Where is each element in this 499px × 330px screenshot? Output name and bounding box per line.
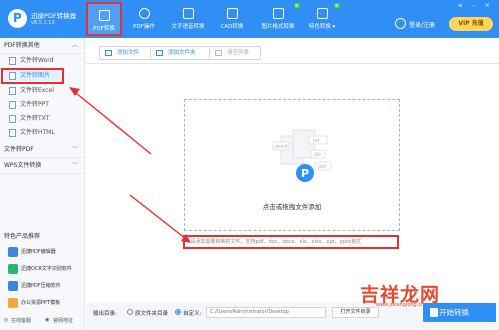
app-name: 迅捷PDF转换器	[31, 12, 77, 20]
app-version: v8.5.1.13	[31, 20, 55, 26]
add-folder-button[interactable]: 添加文件夹	[150, 46, 210, 60]
user-icon[interactable]	[395, 18, 406, 29]
special-ocr[interactable]: 迅捷OCR文字识别软件	[8, 264, 78, 274]
chevron-down-icon: ﹀	[71, 146, 78, 153]
file-icon	[9, 101, 16, 109]
vip-button[interactable]: VIP 充值	[449, 17, 493, 31]
website-link[interactable]: 官网地址	[53, 317, 73, 324]
pdf-editor-icon	[8, 247, 18, 257]
compress-icon	[8, 281, 18, 291]
file-icon	[9, 87, 16, 95]
pdf-convert-icon	[98, 10, 110, 21]
sidebar-item-to-image[interactable]: 文件转图片	[1, 68, 64, 84]
special-pdf-compress[interactable]: 迅捷PDF压缩软件	[8, 281, 78, 291]
ppt-template-icon	[8, 298, 18, 308]
sidebar-item-to-word[interactable]: 文件转Word	[0, 54, 84, 68]
new-badge: 新	[294, 3, 300, 9]
service-icon: ◎	[4, 317, 9, 323]
svg-text:P: P	[301, 167, 309, 180]
nav-pdf-operate[interactable]: PDF操作	[126, 2, 162, 36]
ocr-icon	[8, 264, 18, 274]
group-wps[interactable]: WPS文件转换 ﹀	[0, 158, 84, 174]
nav-image-format[interactable]: 图片格式转换 新	[256, 2, 300, 36]
add-file-button[interactable]: 添加文件	[99, 46, 151, 60]
image-file-icon	[9, 72, 16, 80]
xls-label: xls	[314, 152, 321, 158]
top-bar: 迅捷PDF转换器 v8.5.1.13 PDF转换 PDF操作 文字语音转换 CA…	[0, 0, 499, 38]
word-label: word	[275, 144, 287, 150]
cad-icon	[226, 8, 238, 19]
special-products-heading: 特色产品推荐	[4, 233, 41, 240]
output-dir-label: 输出目录:	[93, 311, 117, 317]
sidebar-item-to-excel[interactable]: 文件转Excel	[0, 84, 84, 98]
radio-source-label: 原文件夹目录	[135, 311, 169, 317]
sidebar-item-to-ppt[interactable]: 文件转PPT	[0, 98, 84, 112]
website-icon: ◉	[45, 317, 50, 323]
ppt-label: ppt	[318, 164, 326, 170]
nav-cad[interactable]: CAD转换	[214, 2, 250, 36]
add-file-icon	[105, 50, 112, 56]
nav-special-convert[interactable]: 特色转换 ▾ 新	[304, 2, 340, 36]
watermark-url: www.jixianglong.cn	[376, 302, 425, 308]
group-file-to-pdf[interactable]: 文件转PDF ﹀	[0, 142, 84, 158]
trash-icon	[215, 50, 222, 56]
group-pdf-other[interactable]: PDF转换其他 ︿	[0, 38, 84, 54]
special-convert-icon	[316, 8, 328, 19]
output-path-input[interactable]: C:/Users/Administrator/Desktop	[206, 307, 326, 318]
pdf-operate-icon	[138, 8, 150, 19]
add-folder-icon	[156, 50, 163, 56]
open-folder-button[interactable]: 打开文件目录	[332, 307, 379, 318]
radio-source-folder[interactable]	[127, 309, 133, 315]
special-ppt-template[interactable]: 办公资源PPT模板	[8, 298, 78, 308]
image-format-icon	[272, 8, 284, 19]
file-icon	[9, 57, 16, 65]
text-voice-icon	[182, 8, 194, 19]
file-icon	[9, 129, 16, 137]
online-service-link[interactable]: 在线客服	[11, 317, 31, 324]
radio-custom[interactable]	[175, 309, 181, 315]
drop-files-illustration: word txt xls ppt P	[272, 129, 332, 182]
toolbar: 添加文件 添加文件夹 清空列表	[86, 38, 499, 64]
drop-zone-text: 点击或拖拽文件添加	[262, 203, 322, 211]
nav-text-voice[interactable]: 文字语音转换	[166, 2, 210, 36]
sidebar-footer: ◎ 在线客服 ◉ 官网地址	[0, 313, 85, 330]
txt-label: txt	[313, 138, 320, 144]
nav-pdf-convert[interactable]: PDF转换	[86, 2, 122, 36]
file-icon	[9, 115, 16, 123]
chevron-down-icon: ﹀	[71, 162, 78, 169]
new-badge: 新	[334, 3, 340, 9]
app-logo	[8, 9, 27, 28]
window-controls[interactable]: ≡ – ✕	[458, 3, 493, 9]
special-pdf-editor[interactable]: 迅捷PDF编辑器	[8, 247, 78, 257]
chevron-up-icon: ︿	[71, 42, 78, 49]
sidebar-item-to-html[interactable]: 文件转HTML	[0, 126, 84, 140]
radio-custom-label: 自定义:	[183, 311, 202, 317]
login-link[interactable]: 登录/注册	[409, 20, 435, 29]
sidebar-item-to-txt[interactable]: 文件转TXT	[0, 112, 84, 126]
clear-list-button[interactable]: 清空列表	[209, 46, 261, 60]
supported-formats-hint: *请添加需要转换的文件，支持pdf、doc、docx、xls、xlsx、ppt、…	[183, 235, 399, 249]
